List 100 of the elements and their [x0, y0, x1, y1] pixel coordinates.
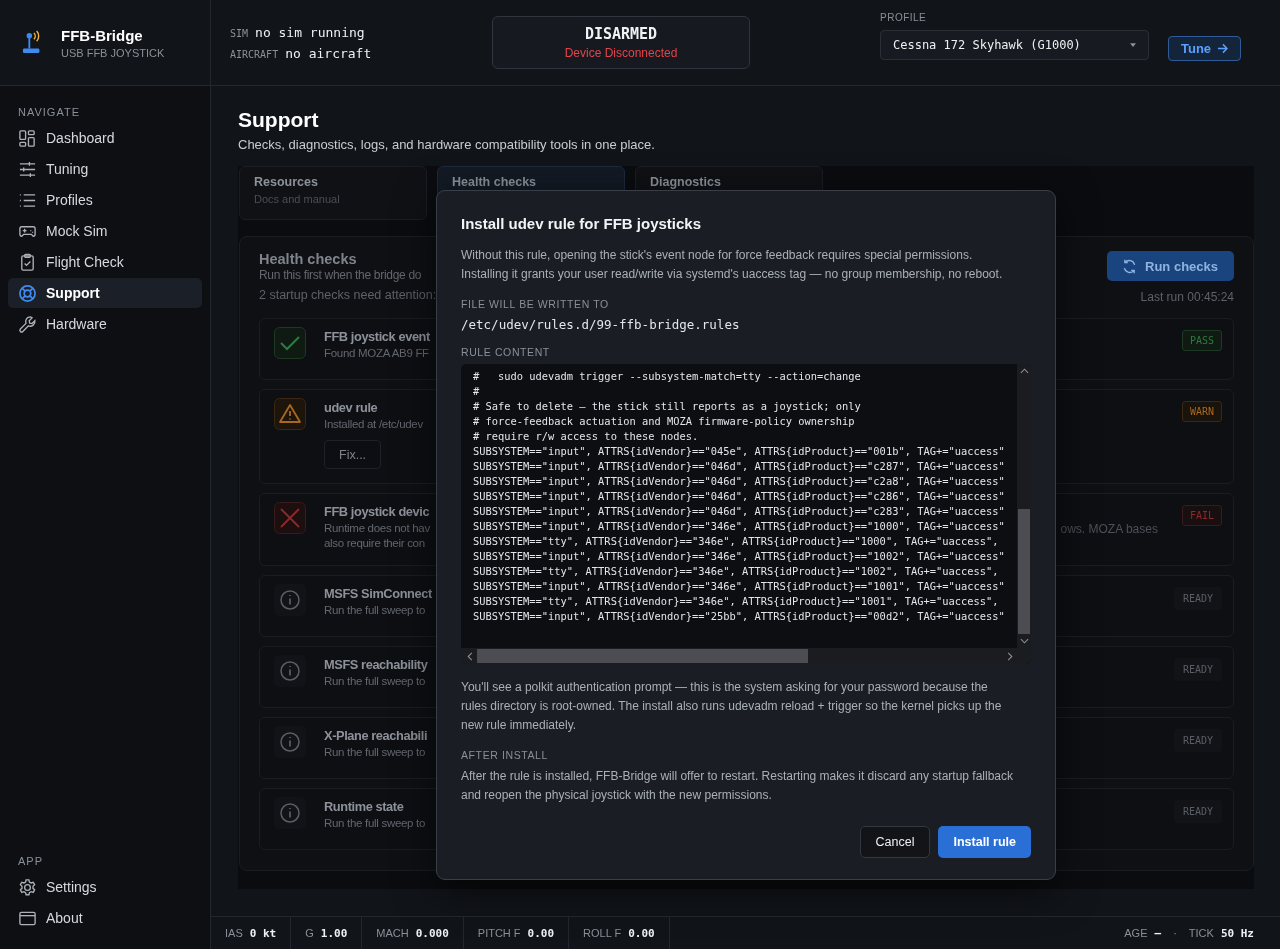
status-badge: READY — [1173, 729, 1222, 752]
check-description: also require their con — [324, 536, 425, 551]
status-label: SIM — [230, 27, 249, 39]
app-name: FFB-Bridge — [61, 26, 144, 44]
cancel-button[interactable]: Cancel — [859, 826, 931, 858]
file-path: /etc/udev/rules.d/99-ffb-bridge.rules — [461, 317, 741, 332]
dialog-text: Without this rule, opening the stick's event node for force feedback requires special permissions. Installing it grants your user read/write via systemd's uaccess tag — no group membership, no reboot. — [461, 247, 1004, 283]
arm-state: DISARMED — [584, 25, 658, 43]
dialog-text: After the rule is installed, FFB-Bridge will offer to restart. Restarting makes it discard any startup fallback and reopen the physical joystick with the new permissions. — [461, 768, 1014, 804]
status-badge: READY — [1173, 658, 1222, 681]
scroll-down-icon[interactable] — [1019, 638, 1029, 644]
code-line: SUBSYSTEM=="input", ATTRS{idVendor}=="346e", ATTRS{idProduct}=="1002", TAG+="uaccess" — [473, 549, 1006, 564]
install-rule-button[interactable]: Install rule — [938, 826, 1031, 858]
check-title: MSFS reachability — [324, 656, 428, 674]
check-description: Run the full sweep to — [324, 816, 426, 831]
sidebar-item[interactable]: Support — [8, 278, 202, 308]
reading-label: MACH — [376, 927, 409, 939]
code-line: SUBSYSTEM=="tty", ATTRS{idVendor}=="346e", ATTRS{idProduct}=="1002", TAG+="uaccess", — [473, 564, 1000, 579]
status-label: AIRCRAFT — [230, 48, 279, 60]
scroll-right-icon[interactable] — [1007, 651, 1013, 661]
dialog-title: Install udev rule for FFB joysticks — [461, 215, 703, 232]
reading-value: 0.00 — [628, 926, 655, 940]
check-icon — [274, 327, 306, 359]
code-line: SUBSYSTEM=="input", ATTRS{idVendor}=="346e", ATTRS{idProduct}=="1001", TAG+="uaccess" — [473, 579, 1006, 594]
status-badge: WARN — [1181, 401, 1222, 422]
code-line: SUBSYSTEM=="input", ATTRS{idVendor}=="046d", ATTRS{idProduct}=="c2a8", TAG+="uaccess" — [473, 474, 1006, 489]
scroll-up-icon[interactable] — [1019, 368, 1029, 374]
code-line: SUBSYSTEM=="input", ATTRS{idVendor}=="046d", ATTRS{idProduct}=="c283", TAG+="uaccess" — [473, 504, 1006, 519]
check-title: MSFS SimConnect — [324, 585, 432, 603]
code-line: SUBSYSTEM=="input", ATTRS{idVendor}=="346e", ATTRS{idProduct}=="1000", TAG+="uaccess" — [473, 519, 1006, 534]
status-badge: PASS — [1181, 330, 1222, 351]
section-label: RULE CONTENT — [461, 346, 551, 358]
dialog-text: You'll see a polkit authentication prompt — this is the system asking for your password because the rules directory is root-owned. The install also runs udevadm reload + trigger so the kernel picks up the new rule immediately. — [461, 679, 1003, 734]
status-badge: READY — [1173, 800, 1222, 823]
tab[interactable]: Resources Docs and manual — [239, 166, 427, 220]
check-title: FFB joystick event — [324, 328, 430, 346]
sidebar-item[interactable]: Hardware — [8, 309, 202, 339]
settings-icon — [18, 877, 37, 897]
reading-value: — — [1154, 926, 1162, 940]
reading-value: 50 Hz — [1220, 926, 1254, 940]
page-subtitle: Checks, diagnostics, logs, and hardware compatibility tools in one place. — [238, 137, 656, 152]
status-badge: FAIL — [1181, 505, 1222, 526]
check-description: Run the full sweep to — [324, 745, 426, 760]
reading-label: TICK — [1188, 927, 1214, 939]
sidebar-item[interactable]: Profiles — [8, 185, 202, 215]
sidebar-heading: APP — [17, 855, 44, 869]
panel-description: Run this first when the bridge do — [259, 268, 423, 282]
code-line: SUBSYSTEM=="input", ATTRS{idVendor}=="25bb", ATTRS{idProduct}=="00d2", TAG+="uaccess" — [473, 609, 1006, 624]
arrow-right-icon — [1217, 43, 1229, 54]
status-badge: READY — [1173, 587, 1222, 610]
reading-label: G — [305, 927, 314, 939]
sidebar-item[interactable]: Settings — [8, 872, 202, 902]
profile-label: PROFILE — [880, 11, 928, 23]
clipboard-icon — [18, 252, 37, 272]
cross-icon — [274, 502, 306, 534]
check-description: Installed at /etc/udev — [324, 417, 423, 432]
sidebar-item[interactable]: Tuning — [8, 154, 202, 184]
sidebar-item[interactable]: Flight Check — [8, 247, 202, 277]
sidebar-item[interactable]: Dashboard — [8, 123, 202, 153]
check-description: ows. MOZA bases — [1060, 522, 1158, 537]
sidebar-item[interactable]: Mock Sim — [8, 216, 202, 246]
fix-button[interactable]: Fix... — [324, 440, 382, 469]
reading-value: 1.00 — [320, 926, 348, 940]
attention-summary: 2 startup checks need attention: — [259, 288, 437, 302]
section-label: FILE WILL BE WRITTEN TO — [461, 298, 610, 310]
section-label: AFTER INSTALL — [461, 749, 549, 761]
scroll-left-icon[interactable] — [467, 651, 473, 661]
refresh-icon — [1121, 257, 1138, 275]
app-subtitle: USB FFB JOYSTICK — [61, 46, 165, 59]
code-line: # require r/w access to these nodes. — [473, 429, 700, 444]
last-run-time: Last run 00:45:24 — [1140, 290, 1234, 304]
page-title: Support — [238, 108, 320, 132]
code-line: # Safe to delete — the stick still reports as a joystick; only — [473, 399, 862, 414]
code-line: # sudo udevadm trigger --subsystem-match=tty --action=change — [473, 369, 862, 384]
separator-dot: · — [1173, 927, 1177, 939]
status-value: no sim running — [255, 24, 365, 40]
reading-label: ROLL F — [583, 927, 622, 939]
warning-icon — [274, 398, 306, 430]
sidebar-heading: NAVIGATE — [17, 106, 81, 120]
check-description: Run the full sweep to — [324, 603, 426, 618]
code-line: SUBSYSTEM=="input", ATTRS{idVendor}=="046d", ATTRS{idProduct}=="c286", TAG+="uaccess" — [473, 489, 1006, 504]
panel-title: Health checks — [259, 251, 358, 267]
check-title: FFB joystick devic — [324, 503, 430, 521]
wrench-icon — [18, 314, 37, 334]
check-description: Run the full sweep to — [324, 674, 426, 689]
run-checks-button[interactable]: Run checks — [1107, 251, 1234, 281]
code-line: SUBSYSTEM=="input", ATTRS{idVendor}=="045e", ATTRS{idProduct}=="001b", TAG+="uaccess" — [473, 444, 1006, 459]
profile-dropdown[interactable]: Cessna 172 Skyhawk (G1000) — [880, 29, 1149, 60]
check-title: udev rule — [324, 399, 378, 417]
code-line: # force-feedback actuation and MOZA firmware-policy ownership — [473, 414, 856, 429]
check-title: X-Plane reachabili — [324, 727, 428, 745]
reading-label: IAS — [225, 927, 243, 939]
sidebar-item[interactable]: About — [8, 903, 202, 933]
tune-button[interactable]: Tune — [1168, 36, 1242, 61]
reading-label: PITCH F — [477, 927, 521, 939]
check-title: Runtime state — [324, 798, 404, 816]
code-line: SUBSYSTEM=="tty", ATTRS{idVendor}=="346e", ATTRS{idProduct}=="1000", TAG+="uaccess", — [473, 534, 1000, 549]
code-line: # — [473, 384, 481, 399]
reading-value: 0.00 — [527, 926, 555, 940]
check-description: Runtime does not hav — [324, 521, 430, 536]
